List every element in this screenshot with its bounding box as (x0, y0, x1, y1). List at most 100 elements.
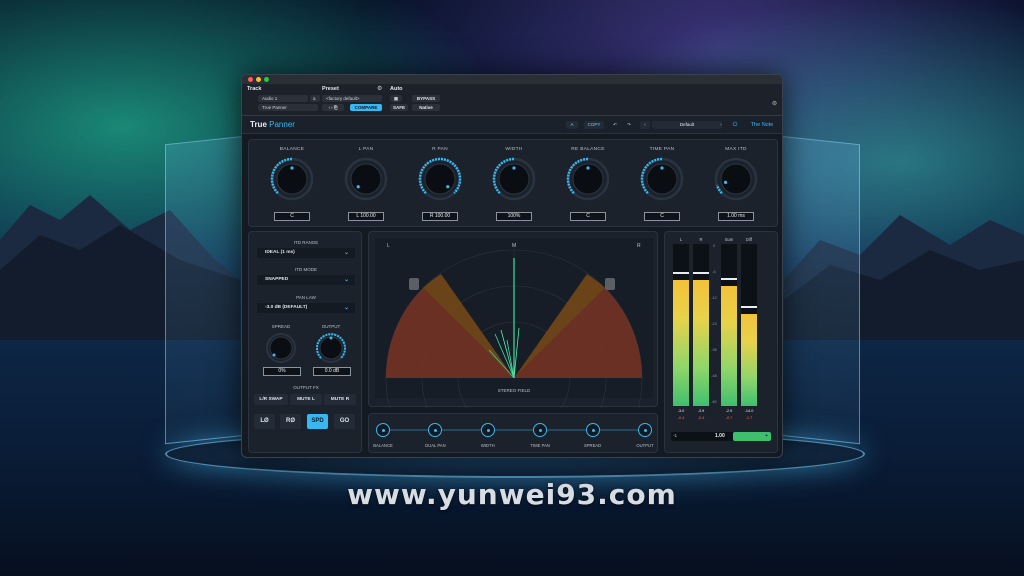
meter-peak-hold (693, 271, 709, 274)
chain-node-dot (486, 429, 490, 432)
level-meter (721, 244, 737, 406)
knob-label: RE BALANCE (571, 147, 605, 152)
output-label: OUTPUT (321, 324, 341, 329)
knob-value[interactable]: 1.00 ms (718, 212, 754, 221)
left-phase-button[interactable]: LØ (254, 414, 275, 429)
automation-icon[interactable]: ▣ (390, 95, 402, 102)
zoom-window-button[interactable] (264, 77, 269, 82)
plugin-preset-name[interactable]: Default (652, 121, 722, 129)
rotary-knob[interactable] (491, 156, 537, 202)
itd-range-dropdown[interactable]: IDEAL (1 ms) ⌄ (257, 248, 355, 258)
knob-panel: BALANCE C L PAN L 100.00 R PAN R 100.00 WIDTH 1… (248, 139, 778, 227)
meter-scale-tick: -36 (711, 348, 717, 352)
rotary-knob[interactable] (417, 156, 463, 202)
output-trim-fader[interactable]: -1 1.00 + (671, 432, 771, 441)
meter-scale-tick: -60 (711, 400, 717, 404)
knob-cell: RE BALANCE C (553, 140, 623, 228)
lr-swap-button[interactable]: L/R SWAP (254, 394, 288, 405)
output-value[interactable]: 0.0 dB (313, 367, 351, 376)
safe-button[interactable]: SAFE (390, 104, 408, 111)
plugin-select[interactable]: True Panner (258, 104, 318, 111)
go-button[interactable]: GO (334, 414, 355, 429)
left-speaker-icon (409, 278, 419, 290)
redo-icon[interactable]: ↷ (624, 121, 634, 129)
right-phase-button[interactable]: RØ (280, 414, 301, 429)
meter-fill (673, 279, 689, 406)
host-menu-icon[interactable]: ⊜ (772, 100, 777, 107)
knob-label: WIDTH (505, 147, 523, 152)
itd-range-value: IDEAL (1 ms) (265, 250, 295, 255)
compare-button[interactable]: COMPARE (350, 104, 382, 111)
chain-label: DUAL PAN (425, 443, 446, 448)
itd-mode-value: SNAPPED (265, 277, 289, 282)
preset-prev-icon[interactable]: ‹ (640, 121, 650, 129)
copy-button[interactable]: COPY (584, 121, 604, 129)
chain-node[interactable] (585, 423, 600, 437)
undo-icon[interactable]: ↶ (610, 121, 620, 129)
pan-law-dropdown[interactable]: -3.0 dB (DEFAULT) ⌄ (257, 303, 355, 313)
field-r-marker: R (637, 243, 641, 249)
pan-law-label: PAN LAW (296, 295, 316, 300)
preset-nav-buttons[interactable]: ‹ › ⎘ (322, 104, 344, 111)
track-channel-select[interactable]: a (310, 95, 320, 102)
chain-node-dot (382, 429, 385, 432)
mute-l-button[interactable]: MUTE L (290, 394, 322, 405)
track-label: Track (247, 86, 262, 92)
host-header: Track Audio 1 a True Panner Preset <fact… (242, 84, 782, 116)
plugin-window: Track Audio 1 a True Panner Preset <fact… (241, 74, 783, 458)
vendor-label: The Note (750, 122, 774, 128)
output-knob[interactable] (315, 332, 347, 364)
knob-value[interactable]: C (274, 212, 310, 221)
knob-value[interactable]: R 100.00 (422, 212, 458, 221)
chain-label: BALANCE (373, 443, 393, 448)
knob-cell: BALANCE C (257, 140, 327, 228)
mute-r-button[interactable]: MUTE R (324, 394, 356, 405)
chevron-down-icon: ⌄ (343, 250, 349, 256)
spread-knob[interactable] (265, 332, 297, 364)
fader-plus: + (765, 433, 768, 439)
chain-label: SPREAD (583, 443, 602, 448)
pan-law-value: -3.0 dB (DEFAULT) (265, 305, 308, 310)
knob-value[interactable]: C (570, 212, 606, 221)
meter-label: Sum (724, 237, 734, 242)
knob-cell: WIDTH 100% (479, 140, 549, 228)
rotary-knob[interactable] (565, 156, 611, 202)
minimize-window-button[interactable] (256, 77, 261, 82)
meter-peak-readout-secondary: -0.7 (725, 416, 733, 420)
native-button[interactable]: Native (412, 104, 440, 111)
spd-button[interactable]: SPD (307, 414, 328, 429)
chain-node-dot (591, 429, 595, 432)
rotary-knob[interactable] (713, 156, 759, 202)
knob-cell: TIME PAN C (627, 140, 697, 228)
close-window-button[interactable] (248, 77, 253, 82)
field-m-marker: M (512, 243, 516, 249)
meter-fill (693, 279, 709, 406)
knob-label: MAX ITD (725, 147, 747, 152)
bypass-button[interactable]: BYPASS (412, 95, 440, 102)
track-select[interactable]: Audio 1 (258, 95, 308, 102)
preset-settings-icon[interactable]: ⚙ (377, 85, 382, 92)
ab-button[interactable]: A (566, 121, 578, 129)
knob-cell: MAX ITD 1.00 ms (701, 140, 771, 228)
chain-node[interactable] (480, 423, 495, 437)
knob-value[interactable]: C (644, 212, 680, 221)
spread-value[interactable]: 0% (263, 367, 301, 376)
power-icon[interactable]: ⏻ (730, 121, 740, 129)
chevron-down-icon: ⌄ (343, 305, 349, 311)
rotary-knob[interactable] (639, 156, 685, 202)
knob-value[interactable]: L 100.00 (348, 212, 384, 221)
itd-mode-dropdown[interactable]: SNAPPED ⌄ (257, 275, 355, 285)
chain-node[interactable] (376, 423, 390, 437)
chain-label: OUTPUT (636, 443, 654, 448)
chain-node[interactable] (638, 423, 652, 437)
knob-value[interactable]: 100% (496, 212, 532, 221)
brand-true: True (250, 120, 267, 129)
fader-value: 1.00 (715, 433, 725, 439)
preset-select[interactable]: <factory default> (322, 95, 382, 102)
meter-scale-tick: 0 (712, 244, 716, 248)
rotary-knob[interactable] (343, 156, 389, 202)
meter-peak-hold (741, 305, 757, 308)
brand-panner: Panner (269, 120, 295, 129)
preset-next-icon[interactable]: › (716, 121, 726, 129)
rotary-knob[interactable] (269, 156, 315, 202)
